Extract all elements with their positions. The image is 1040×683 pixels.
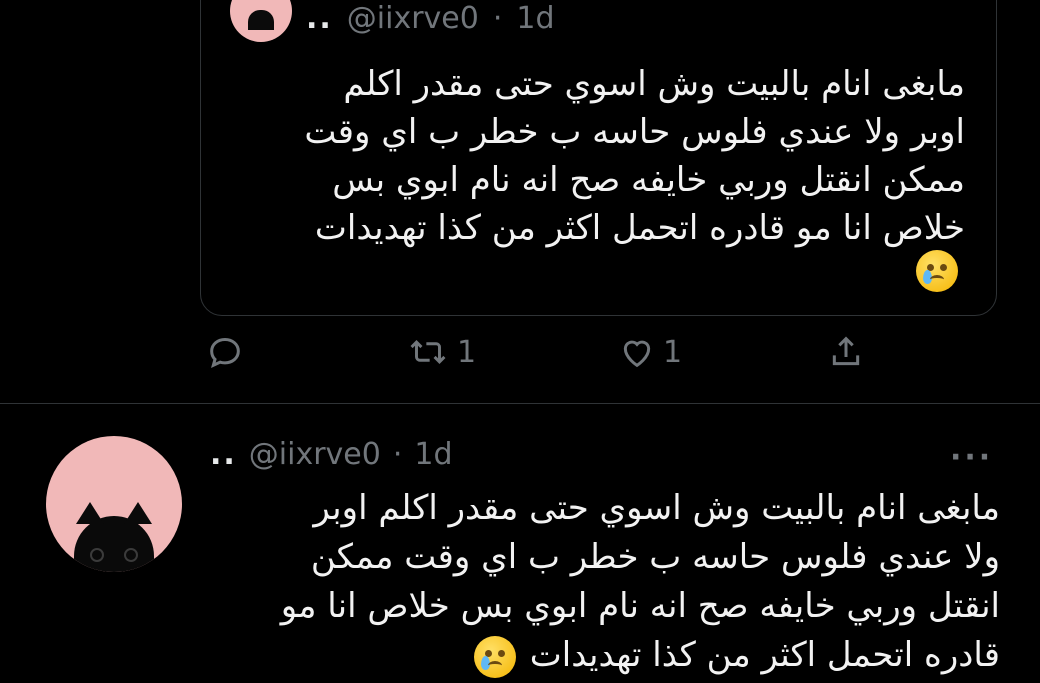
tweet-divider xyxy=(0,403,1040,404)
author-name[interactable]: .. xyxy=(210,437,237,472)
tweet-text: مابغى انام بالبيت وش اسوي حتى مقدر اكلم … xyxy=(210,484,1000,680)
quoted-author-avatar[interactable] xyxy=(230,0,292,42)
tweet-text-line: مابغى انام بالبيت وش اسوي حتى مقدر اكلم … xyxy=(313,488,1000,528)
quoted-tweet-header: .. @iixrve0 · 1d xyxy=(230,0,555,42)
tweet-text-line: قادره اتحمل اكثر من كذا تهديدات xyxy=(529,635,1000,675)
header-separator: · xyxy=(392,436,403,472)
like-button[interactable]: 1 xyxy=(617,332,682,372)
more-options-button[interactable]: ··· xyxy=(950,440,993,475)
quoted-author-handle[interactable]: @iixrve0 xyxy=(347,1,479,36)
quoted-timestamp[interactable]: 1d xyxy=(516,1,554,36)
quoted-separator: · xyxy=(492,0,503,36)
quoted-text-line: اوبر ولا عندي فلوس حاسه ب خطر ب اي وقت xyxy=(304,112,965,152)
tweet-action-bar: 1 1 xyxy=(0,332,1040,388)
like-count: 1 xyxy=(663,334,683,370)
quoted-tweet-text: مابغى انام بالبيت وش اسوي حتى مقدر اكلم … xyxy=(240,60,965,252)
retweet-icon xyxy=(410,340,446,364)
heart-icon xyxy=(623,340,651,368)
quoted-text-line: خلاص انا مو قادره اتحمل اكثر من كذا تهدي… xyxy=(314,208,965,248)
tweet-header: .. @iixrve0 · 1d xyxy=(210,434,453,474)
crying-face-icon xyxy=(916,250,958,292)
quoted-text-line: ممكن انقتل وربي خايفه صح انه نام ابوي بس xyxy=(332,160,965,200)
tweet-timestamp[interactable]: 1d xyxy=(414,437,452,472)
retweet-button[interactable]: 1 xyxy=(405,332,476,372)
tweet-text-line: انقتل وربي خايفه صح انه نام ابوي بس خلاص… xyxy=(280,586,1000,626)
share-button[interactable] xyxy=(826,332,866,372)
tweet-text-line: ولا عندي فلوس حاسه ب خطر ب اي وقت ممكن xyxy=(310,537,1000,577)
retweet-count: 1 xyxy=(457,334,477,370)
share-icon xyxy=(832,336,860,366)
author-avatar[interactable] xyxy=(46,436,182,572)
reply-button[interactable] xyxy=(205,332,251,372)
quoted-text-line: مابغى انام بالبيت وش اسوي حتى مقدر اكلم xyxy=(343,64,965,104)
crying-face-icon xyxy=(473,635,516,678)
author-handle[interactable]: @iixrve0 xyxy=(249,437,381,472)
reply-icon xyxy=(210,337,240,369)
quoted-author-name[interactable]: .. xyxy=(306,1,333,36)
tweet-text-line-last: قادره اتحمل اكثر من كذا تهديدات xyxy=(210,631,1000,680)
